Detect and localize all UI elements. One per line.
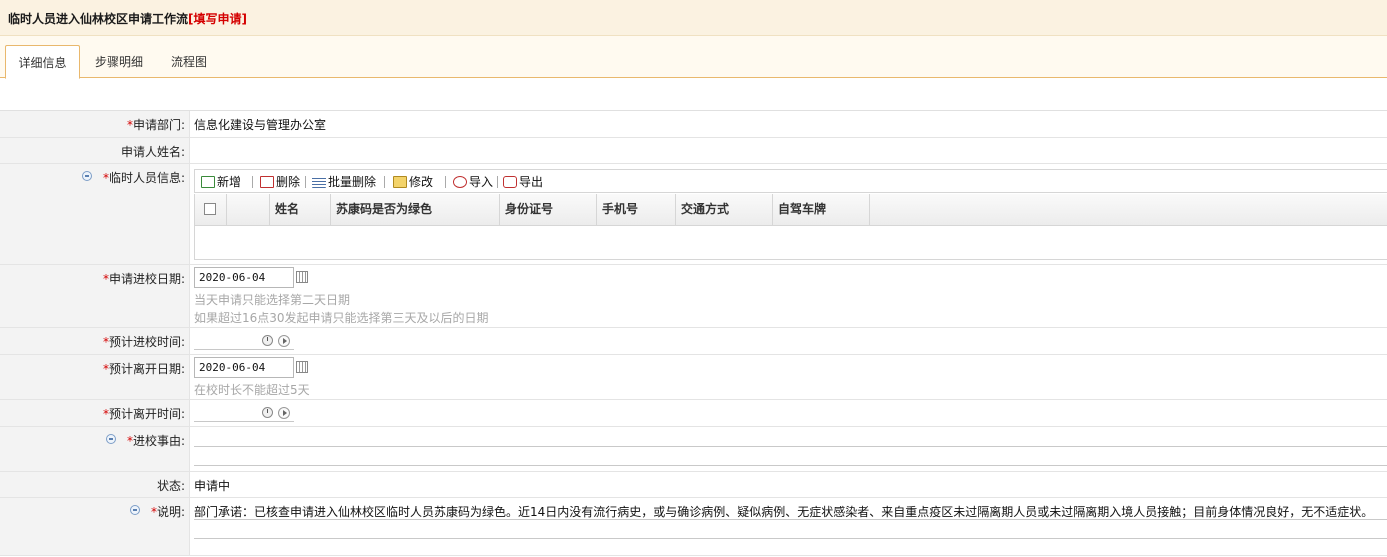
entry-time-label: *预计进校时间: <box>102 335 185 349</box>
row-reason: *进校事由: <box>0 427 1387 472</box>
select-all-checkbox[interactable] <box>204 203 216 215</box>
note-label: *说明: <box>150 505 185 519</box>
clock-icon[interactable] <box>262 407 273 418</box>
tab-bar: 详细信息 步骤明细 流程图 <box>0 36 1387 79</box>
delete-icon <box>260 176 274 188</box>
label-cell: 申请人姓名: <box>0 138 190 163</box>
entry-date-input[interactable]: 2020-06-04 <box>194 267 294 288</box>
row-entry-date: *申请进校日期: 2020-06-04 当天申请只能选择第二天日期 如果超过16… <box>0 265 1387 328</box>
leave-time-label: *预计离开时间: <box>102 407 185 421</box>
entry-date-hint-1: 当天申请只能选择第二天日期 <box>194 293 351 307</box>
collapse-icon[interactable] <box>130 505 140 515</box>
toolbar-divider <box>445 176 446 188</box>
col-health-code[interactable]: 苏康码是否为绿色 <box>331 194 500 225</box>
delete-button[interactable]: 删除 <box>260 174 300 190</box>
tab-flowchart[interactable]: 流程图 <box>158 45 220 79</box>
tab-steps[interactable]: 步骤明细 <box>84 45 154 79</box>
row-leave-time: *预计离开时间: <box>0 400 1387 427</box>
add-button[interactable]: 新增 <box>201 174 241 190</box>
clock-icon[interactable] <box>262 335 273 346</box>
edit-button[interactable]: 修改 <box>393 174 433 190</box>
label-cell: *说明: <box>0 498 190 555</box>
row-temp-staff: *临时人员信息: 新增 删除 批量删除 修改 导入 导出 姓名 苏康码是否为绿色… <box>0 164 1387 265</box>
grid-body <box>194 226 1387 260</box>
collapse-icon[interactable] <box>106 434 116 444</box>
mode-label: [填写申请] <box>188 12 247 26</box>
toolbar-divider <box>252 176 253 188</box>
toolbar-divider <box>497 176 498 188</box>
leave-date-label: *预计离开日期: <box>102 362 185 376</box>
label-cell: *申请部门: <box>0 111 190 137</box>
reason-label: *进校事由: <box>126 434 185 448</box>
calendar-icon[interactable] <box>296 361 308 373</box>
note-value: 部门承诺：已核查申请进入仙林校区临时人员苏康码为绿色。近14日内没有流行病史，或… <box>194 505 1374 519</box>
reason-underline <box>194 465 1387 466</box>
import-button[interactable]: 导入 <box>453 174 493 190</box>
toolbar-divider <box>384 176 385 188</box>
export-icon <box>503 176 517 188</box>
col-phone[interactable]: 手机号 <box>597 194 676 225</box>
edit-icon <box>393 176 407 188</box>
col-name[interactable]: 姓名 <box>270 194 331 225</box>
add-icon <box>201 176 215 188</box>
workflow-title: 临时人员进入仙林校区申请工作流 <box>8 12 189 26</box>
row-number-header <box>227 194 270 225</box>
export-button[interactable]: 导出 <box>503 174 543 190</box>
time-picker-icon[interactable] <box>278 335 290 347</box>
batch-delete-icon <box>312 176 326 188</box>
status-label: 状态: <box>156 479 185 493</box>
label-cell: *申请进校日期: <box>0 265 190 327</box>
batch-delete-button[interactable]: 批量删除 <box>312 174 376 190</box>
col-plate[interactable]: 自驾车牌 <box>773 194 870 225</box>
leave-date-hint: 在校时长不能超过5天 <box>194 383 310 397</box>
collapse-icon[interactable] <box>82 171 92 181</box>
temp-staff-label: *临时人员信息: <box>102 171 185 185</box>
row-entry-time: *预计进校时间: <box>0 328 1387 355</box>
leave-date-input[interactable]: 2020-06-04 <box>194 357 294 378</box>
col-transport[interactable]: 交通方式 <box>676 194 773 225</box>
tab-details[interactable]: 详细信息 <box>5 45 80 79</box>
label-cell: 状态: <box>0 472 190 497</box>
grid-toolbar: 新增 删除 批量删除 修改 导入 导出 <box>194 169 1387 193</box>
dept-value: 信息化建设与管理办公室 <box>194 118 327 132</box>
grid-header: 姓名 苏康码是否为绿色 身份证号 手机号 交通方式 自驾车牌 <box>194 194 1387 226</box>
row-dept: *申请部门: 信息化建设与管理办公室 <box>0 111 1387 138</box>
header-bar: 临时人员进入仙林校区申请工作流[填写申请] <box>0 0 1387 36</box>
entry-date-hint-2: 如果超过16点30发起申请只能选择第三天及以后的日期 <box>194 311 489 325</box>
toolbar-divider <box>305 176 306 188</box>
application-form: *申请部门: 信息化建设与管理办公室 申请人姓名: *临时人员信息: 新增 删除… <box>0 110 1387 556</box>
note-underline <box>194 519 1387 520</box>
note-underline <box>194 538 1387 539</box>
page-title: 临时人员进入仙林校区申请工作流[填写申请] <box>8 10 247 27</box>
row-leave-date: *预计离开日期: 2020-06-04 在校时长不能超过5天 <box>0 355 1387 400</box>
col-id-number[interactable]: 身份证号 <box>500 194 597 225</box>
label-cell: *预计离开时间: <box>0 400 190 426</box>
label-cell: *进校事由: <box>0 427 190 471</box>
entry-date-label: *申请进校日期: <box>102 272 185 286</box>
calendar-icon[interactable] <box>296 271 308 283</box>
label-cell: *预计离开日期: <box>0 355 190 399</box>
time-picker-icon[interactable] <box>278 407 290 419</box>
label-cell: *临时人员信息: <box>0 164 190 264</box>
reason-underline <box>194 446 1387 447</box>
row-note: *说明: 部门承诺：已核查申请进入仙林校区临时人员苏康码为绿色。近14日内没有流… <box>0 498 1387 556</box>
applicant-label: 申请人姓名: <box>120 145 185 159</box>
import-icon <box>453 176 467 188</box>
row-applicant: 申请人姓名: <box>0 138 1387 164</box>
label-cell: *预计进校时间: <box>0 328 190 354</box>
dept-label: *申请部门: <box>126 118 185 132</box>
status-value: 申请中 <box>194 479 231 493</box>
select-all-cell <box>195 194 227 225</box>
row-status: 状态: 申请中 <box>0 472 1387 498</box>
